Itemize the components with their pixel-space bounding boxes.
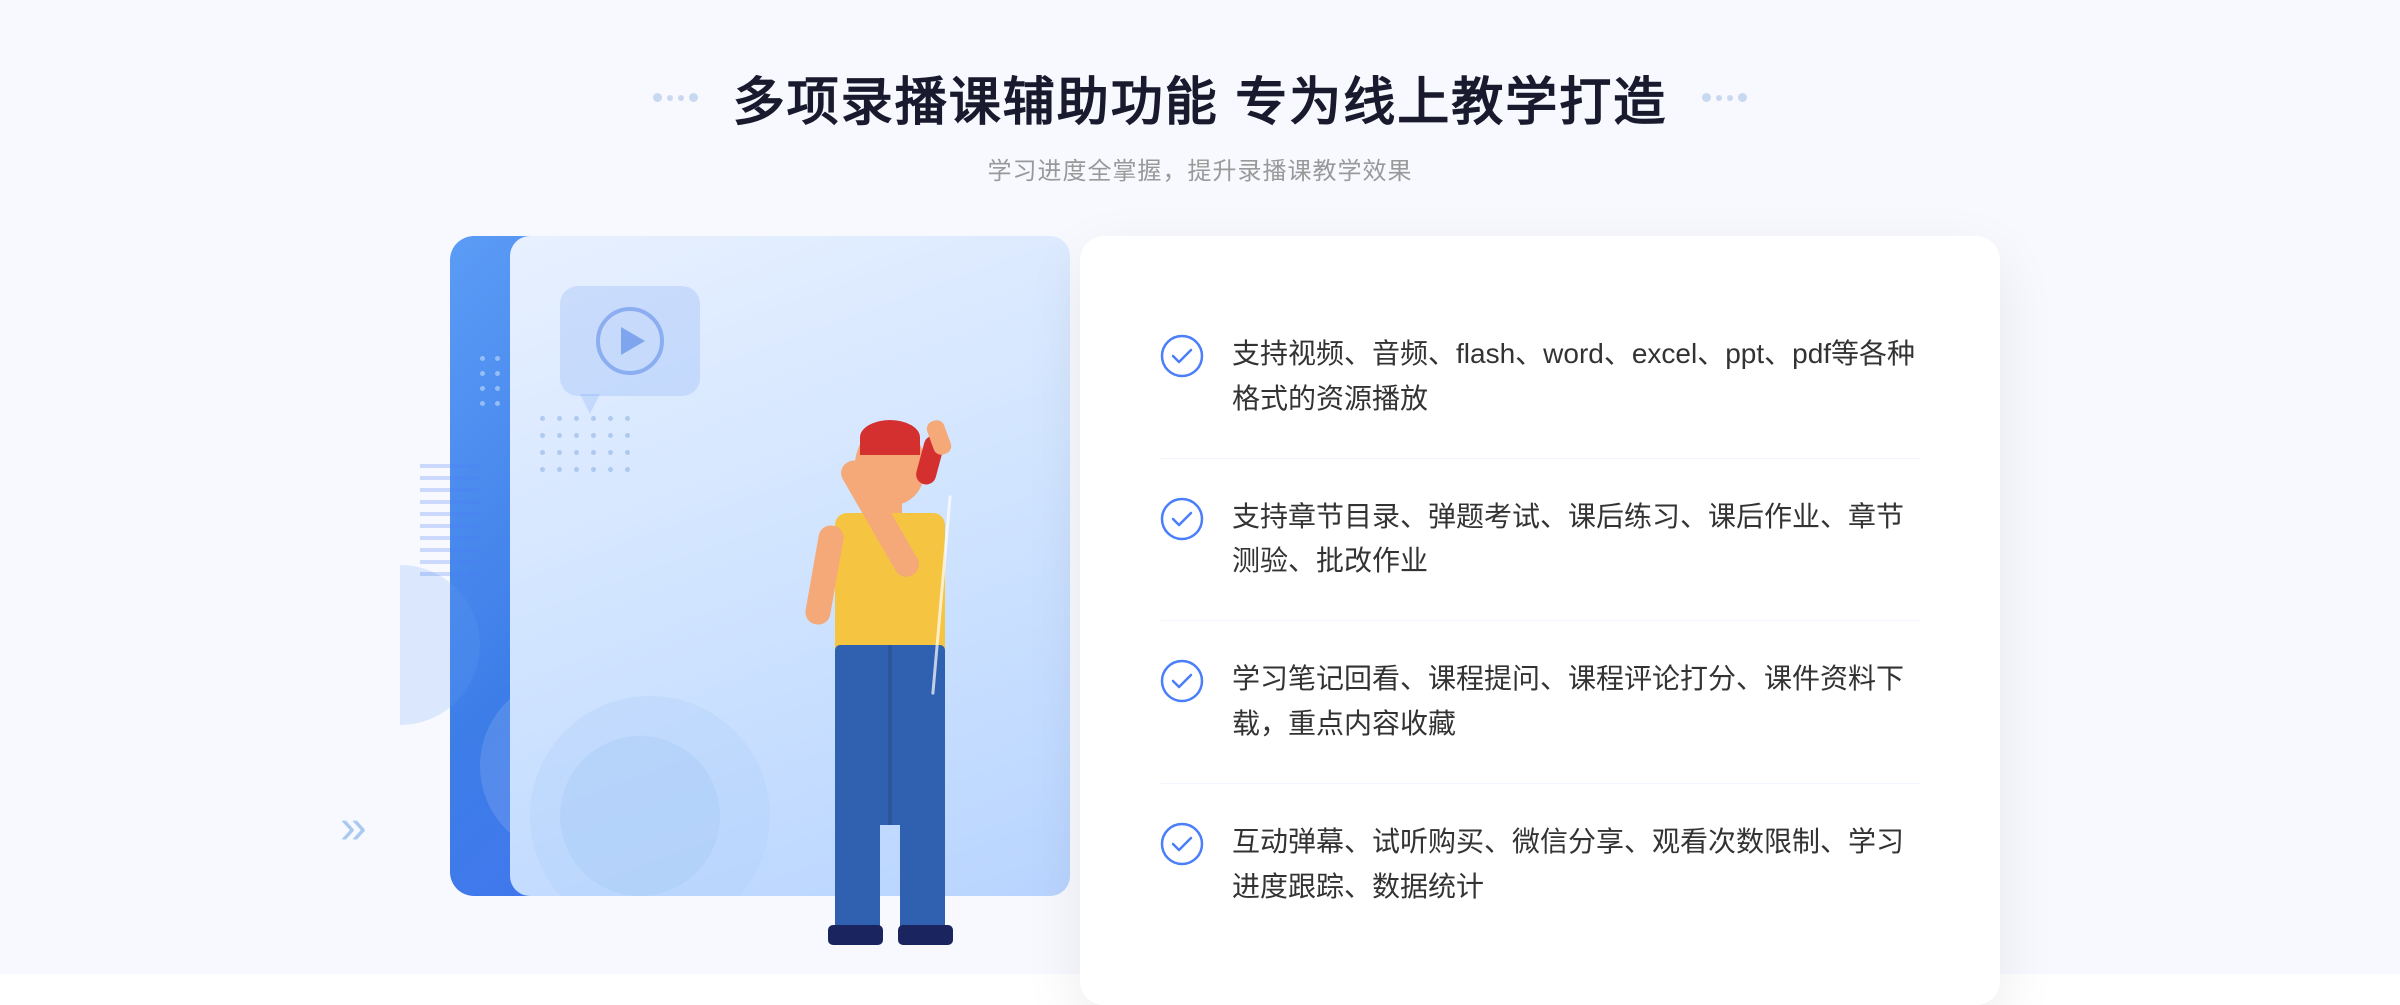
dot	[1727, 95, 1733, 101]
check-icon-2	[1160, 497, 1204, 541]
person-figure	[750, 405, 1030, 1005]
feature-text-1: 支持视频、音频、flash、word、excel、ppt、pdf等各种格式的资源…	[1232, 332, 1920, 422]
header-dots-left	[653, 93, 698, 102]
figure-shoe-right	[898, 925, 953, 945]
header-section: 多项录播课辅助功能 专为线上教学打造 学习进度全掌握，提升录播课教学效果	[653, 60, 1747, 186]
striped-rect-decoration	[420, 456, 480, 576]
feature-item-1: 支持视频、音频、flash、word、excel、ppt、pdf等各种格式的资源…	[1160, 296, 1920, 459]
feature-text-4: 互动弹幕、试听购买、微信分享、观看次数限制、学习进度跟踪、数据统计	[1232, 820, 1920, 910]
features-card: 支持视频、音频、flash、word、excel、ppt、pdf等各种格式的资源…	[1080, 236, 2000, 1005]
left-chevron-decoration: »	[340, 800, 367, 855]
figure-leg-left	[835, 805, 880, 935]
play-button-area	[560, 286, 700, 396]
bubble-tail	[580, 394, 600, 414]
figure-pants	[835, 645, 945, 825]
dot	[667, 95, 673, 101]
pants-crease	[888, 645, 892, 825]
figure-shoe-left	[828, 925, 883, 945]
page-subtitle: 学习进度全掌握，提升录播课教学效果	[653, 151, 1747, 186]
page-container: 多项录播课辅助功能 专为线上教学打造 学习进度全掌握，提升录播课教学效果	[0, 0, 2400, 974]
feature-text-2: 支持章节目录、弹题考试、课后练习、课后作业、章节测验、批改作业	[1232, 495, 1920, 585]
dot	[653, 93, 662, 102]
main-content: 《《	[400, 236, 2000, 1005]
header-decoration: 多项录播课辅助功能 专为线上教学打造	[653, 60, 1747, 135]
header-dots-right	[1702, 93, 1747, 102]
page-title: 多项录播课辅助功能 专为线上教学打造	[733, 60, 1667, 135]
play-triangle-icon	[621, 327, 645, 355]
dot	[1716, 95, 1722, 101]
feature-item-4: 互动弹幕、试听购买、微信分享、观看次数限制、学习进度跟踪、数据统计	[1160, 784, 1920, 946]
figure-leg-right	[900, 805, 945, 935]
check-icon-3	[1160, 659, 1204, 703]
illustration-area: 《《	[400, 236, 1100, 1005]
dot-grid-light	[540, 416, 630, 472]
figure-hair	[860, 420, 920, 455]
play-circle	[596, 307, 664, 375]
check-icon-1	[1160, 334, 1204, 378]
dot	[689, 93, 698, 102]
dot	[678, 95, 684, 101]
dot	[1738, 93, 1747, 102]
feature-item-2: 支持章节目录、弹题考试、课后练习、课后作业、章节测验、批改作业	[1160, 459, 1920, 622]
speech-bubble	[560, 286, 700, 396]
check-icon-4	[1160, 822, 1204, 866]
dot	[1702, 93, 1711, 102]
feature-text-3: 学习笔记回看、课程提问、课程评论打分、课件资料下载，重点内容收藏	[1232, 657, 1920, 747]
bottom-circle-deco-2	[560, 736, 720, 896]
feature-item-3: 学习笔记回看、课程提问、课程评论打分、课件资料下载，重点内容收藏	[1160, 621, 1920, 784]
